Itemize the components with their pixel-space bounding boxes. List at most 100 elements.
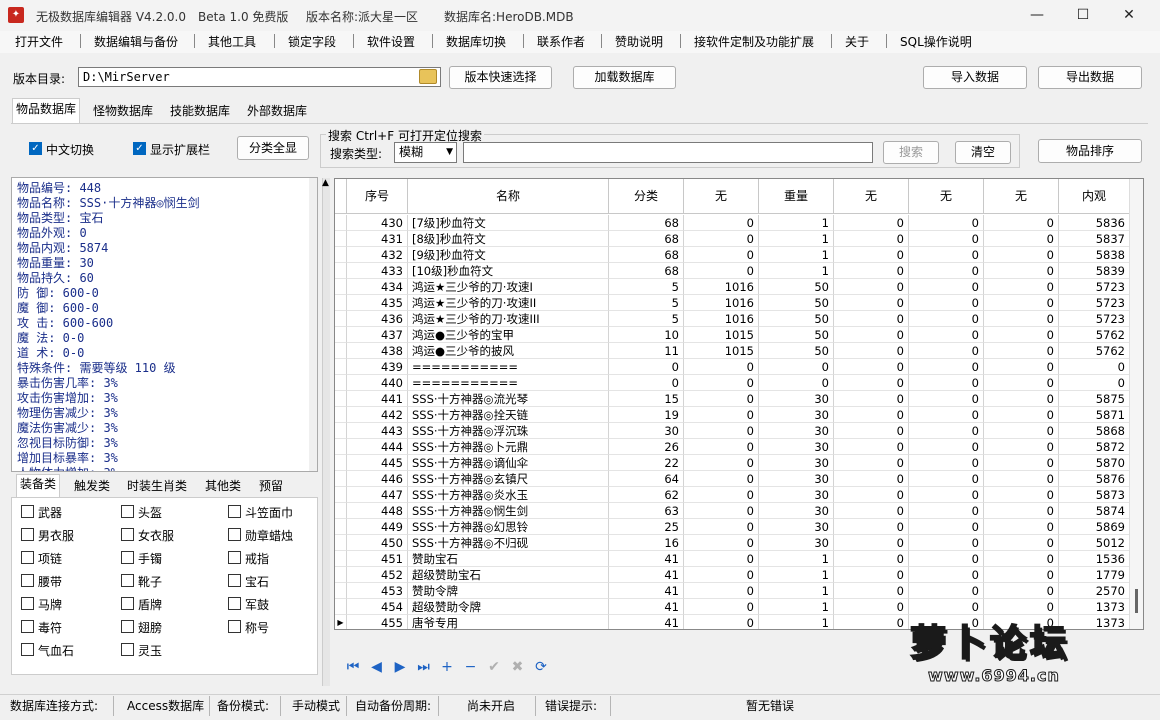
table-cell[interactable]: 436 — [347, 311, 408, 327]
table-cell[interactable]: 5875 — [1059, 391, 1130, 407]
table-cell[interactable]: 1016 — [684, 295, 759, 311]
table-cell[interactable]: 68 — [609, 247, 684, 263]
table-cell[interactable]: 41 — [609, 583, 684, 599]
table-cell[interactable]: 0 — [909, 503, 984, 519]
table-cell[interactable]: 5873 — [1059, 487, 1130, 503]
cat-tab-fashion[interactable]: 时装生肖类 — [124, 477, 190, 497]
category-checkbox[interactable] — [121, 505, 134, 518]
clear-button[interactable]: 清空 — [955, 141, 1011, 164]
table-cell[interactable]: 445 — [347, 455, 408, 471]
table-cell[interactable]: 68 — [609, 263, 684, 279]
table-cell[interactable]: [9级]秒血符文 — [408, 247, 609, 263]
table-cell[interactable]: SSS·十方神器◎拴天链 — [408, 407, 609, 423]
tab-external[interactable]: 外部数据库 — [244, 101, 310, 123]
info-scrollbar[interactable] — [309, 178, 317, 471]
table-cell[interactable]: =========== — [408, 359, 609, 375]
table-cell[interactable]: 1536 — [1059, 551, 1130, 567]
table-cell[interactable]: 0 — [984, 487, 1059, 503]
table-cell[interactable]: 11 — [609, 343, 684, 359]
table-cell[interactable]: 30 — [759, 487, 834, 503]
table-cell[interactable]: 30 — [759, 439, 834, 455]
table-cell[interactable]: 0 — [684, 519, 759, 535]
table-cell[interactable]: 0 — [834, 567, 909, 583]
table-cell[interactable]: 22 — [609, 455, 684, 471]
table-cell[interactable]: 0 — [834, 551, 909, 567]
table-cell[interactable]: 0 — [984, 375, 1059, 391]
tab-items[interactable]: 物品数据库 — [12, 98, 81, 123]
table-cell[interactable]: 439 — [347, 359, 408, 375]
table-cell[interactable]: 0 — [684, 215, 759, 231]
table-cell[interactable]: 0 — [684, 375, 759, 391]
sort-button[interactable]: 物品排序 — [1038, 139, 1142, 163]
table-row[interactable]: 437 鸿运●三少爷的宝甲 10 1015 50 0 0 0 5762 — [335, 327, 1143, 343]
table-cell[interactable]: 0 — [984, 535, 1059, 551]
table-cell[interactable]: 0 — [759, 375, 834, 391]
table-cell[interactable]: 5 — [609, 295, 684, 311]
table-cell[interactable]: 0 — [909, 231, 984, 247]
grid-scroll-thumb[interactable] — [1135, 589, 1138, 613]
table-cell[interactable]: 5838 — [1059, 247, 1130, 263]
table-cell[interactable]: 0 — [909, 311, 984, 327]
category-checkbox[interactable] — [21, 643, 34, 656]
table-cell[interactable]: 0 — [834, 327, 909, 343]
table-cell[interactable]: 0 — [909, 359, 984, 375]
table-cell[interactable]: 441 — [347, 391, 408, 407]
table-cell[interactable]: 50 — [759, 311, 834, 327]
table-cell[interactable]: 0 — [909, 247, 984, 263]
category-checkbox[interactable] — [21, 620, 34, 633]
category-checkbox[interactable] — [21, 551, 34, 564]
table-cell[interactable]: 5837 — [1059, 231, 1130, 247]
menu-sql-help[interactable]: SQL操作说明 — [900, 33, 972, 50]
table-cell[interactable]: 435 — [347, 295, 408, 311]
table-cell[interactable]: 0 — [984, 439, 1059, 455]
table-cell[interactable]: 0 — [834, 279, 909, 295]
menu-settings[interactable]: 软件设置 — [367, 33, 415, 50]
grid-scrollbar[interactable] — [1129, 179, 1143, 629]
category-checkbox[interactable] — [228, 597, 241, 610]
table-cell[interactable]: 1015 — [684, 327, 759, 343]
table-cell[interactable]: 0 — [684, 487, 759, 503]
table-cell[interactable]: 0 — [984, 503, 1059, 519]
scroll-up-icon[interactable]: ▲ — [322, 178, 329, 188]
table-row[interactable]: 442 SSS·十方神器◎拴天链 19 0 30 0 0 0 5871 — [335, 407, 1143, 423]
table-cell[interactable]: 30 — [759, 471, 834, 487]
cat-tab-other[interactable]: 其他类 — [202, 477, 244, 497]
table-cell[interactable]: 454 — [347, 599, 408, 615]
table-cell[interactable]: 442 — [347, 407, 408, 423]
table-cell[interactable]: 0 — [909, 519, 984, 535]
table-cell[interactable]: 41 — [609, 599, 684, 615]
table-cell[interactable]: 5762 — [1059, 327, 1130, 343]
table-cell[interactable]: 0 — [984, 471, 1059, 487]
table-cell[interactable]: SSS·十方神器◎流光琴 — [408, 391, 609, 407]
table-cell[interactable]: 0 — [684, 263, 759, 279]
table-cell[interactable]: [7级]秒血符文 — [408, 215, 609, 231]
table-cell[interactable]: 0 — [834, 263, 909, 279]
table-cell[interactable]: SSS·十方神器◎玄镇尺 — [408, 471, 609, 487]
menu-custom[interactable]: 接软件定制及功能扩展 — [694, 33, 814, 50]
table-cell[interactable]: SSS·十方神器◎炎水玉 — [408, 487, 609, 503]
table-cell[interactable]: 455 — [347, 615, 408, 629]
table-cell[interactable]: 68 — [609, 231, 684, 247]
table-cell[interactable]: 0 — [984, 279, 1059, 295]
table-cell[interactable]: 25 — [609, 519, 684, 535]
category-checkbox[interactable] — [121, 528, 134, 541]
table-cell[interactable]: 0 — [834, 295, 909, 311]
table-cell[interactable]: 0 — [834, 535, 909, 551]
table-row[interactable]: 432 [9级]秒血符文 68 0 1 0 0 0 5838 — [335, 247, 1143, 263]
table-cell[interactable]: 10 — [609, 327, 684, 343]
splitter[interactable] — [322, 178, 330, 686]
table-cell[interactable]: 0 — [834, 519, 909, 535]
table-row[interactable]: 439 =========== 0 0 0 0 0 0 0 — [335, 359, 1143, 375]
menu-other-tools[interactable]: 其他工具 — [208, 33, 256, 50]
table-cell[interactable]: 0 — [909, 343, 984, 359]
table-cell[interactable]: 30 — [609, 423, 684, 439]
table-cell[interactable]: 0 — [984, 519, 1059, 535]
menu-contact[interactable]: 联系作者 — [537, 33, 585, 50]
table-cell[interactable]: 0 — [984, 599, 1059, 615]
table-cell[interactable]: 0 — [684, 455, 759, 471]
table-cell[interactable]: 430 — [347, 215, 408, 231]
table-row[interactable]: 447 SSS·十方神器◎炎水玉 62 0 30 0 0 0 5873 — [335, 487, 1143, 503]
table-cell[interactable]: 0 — [834, 215, 909, 231]
table-cell[interactable]: 0 — [834, 311, 909, 327]
table-cell[interactable]: SSS·十方神器◎谪仙伞 — [408, 455, 609, 471]
